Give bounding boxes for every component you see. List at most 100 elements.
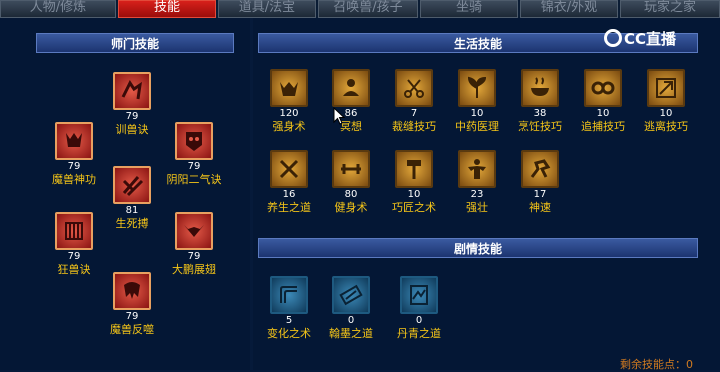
life-skill[interactable]: 86 冥想	[321, 69, 381, 133]
skill-name: 追捕技巧	[581, 120, 625, 133]
school-skill[interactable]: 79 狂兽诀	[44, 212, 104, 276]
fang-icon	[113, 272, 151, 310]
school-skill[interactable]: 79 魔兽反噬	[102, 272, 162, 336]
mask-icon	[175, 122, 213, 160]
skill-level: 79	[67, 161, 81, 172]
skill-level: 5	[285, 315, 293, 326]
life-skill[interactable]: 7 裁缝技巧	[384, 69, 444, 133]
skill-name: 神速	[529, 201, 551, 214]
skill-name: 狂兽诀	[57, 263, 91, 276]
skill-name: 裁缝技巧	[392, 120, 436, 133]
skill-name: 健身术	[334, 201, 368, 214]
plot-skill[interactable]: 5 变化之术	[259, 276, 319, 340]
skill-level: 120	[279, 108, 299, 119]
beast-head-icon	[55, 122, 93, 160]
painting-icon	[400, 276, 438, 314]
tab-appearance[interactable]: 锦衣/外观	[520, 0, 618, 18]
skill-level: 80	[344, 189, 358, 200]
skill-name: 变化之术	[267, 327, 311, 340]
chase-icon	[584, 69, 622, 107]
school-skill[interactable]: 81 生死搏	[102, 166, 162, 230]
life-skill[interactable]: 120 强身术	[259, 69, 319, 133]
plot-skill[interactable]: 0 丹青之道	[389, 276, 449, 340]
life-skill[interactable]: 80 健身术	[321, 150, 381, 214]
skill-name: 魔兽神功	[52, 173, 96, 186]
tab-summons[interactable]: 召唤兽/孩子	[318, 0, 418, 18]
skill-name: 大鹏展翅	[172, 263, 216, 276]
tab-skills[interactable]: 技能	[118, 0, 216, 18]
skill-name: 巧匠之术	[392, 201, 436, 214]
skill-name: 烹饪技巧	[518, 120, 562, 133]
school-skills-header: 师门技能	[36, 33, 234, 53]
skill-name: 冥想	[340, 120, 362, 133]
tab-character[interactable]: 人物/修炼	[0, 0, 116, 18]
life-skill[interactable]: 38 烹饪技巧	[510, 69, 570, 133]
skill-name: 中药医理	[455, 120, 499, 133]
skill-name: 训兽诀	[115, 123, 149, 136]
skill-level: 16	[282, 189, 296, 200]
skill-level: 86	[344, 108, 358, 119]
skill-name: 强身术	[272, 120, 306, 133]
school-skill[interactable]: 79 魔兽神功	[44, 122, 104, 186]
herb-icon	[458, 69, 496, 107]
skill-level: 79	[187, 161, 201, 172]
skill-level: 79	[125, 311, 139, 322]
school-skill[interactable]: 79 阴阳二气诀	[164, 122, 224, 186]
skill-name: 养生之道	[267, 201, 311, 214]
scissors-icon	[395, 69, 433, 107]
logo-text: CC直播	[624, 30, 677, 48]
tab-mounts[interactable]: 坐骑	[420, 0, 518, 18]
skill-name: 魔兽反噬	[110, 323, 154, 336]
ink-icon	[332, 276, 370, 314]
skill-level: 10	[470, 108, 484, 119]
skill-name: 强壮	[466, 201, 488, 214]
skill-name: 翰墨之道	[329, 327, 373, 340]
skill-level: 79	[67, 251, 81, 262]
cooking-icon	[521, 69, 559, 107]
craft-icon	[395, 150, 433, 188]
cc-live-logo: CC直播	[604, 28, 676, 49]
skill-level: 10	[596, 108, 610, 119]
transform-icon	[270, 276, 308, 314]
skill-name: 阴阳二气诀	[166, 173, 222, 186]
school-skill[interactable]: 79 大鹏展翅	[164, 212, 224, 276]
plot-skills-header: 剧情技能	[258, 238, 698, 258]
skill-level: 79	[125, 111, 139, 122]
speed-icon	[521, 150, 559, 188]
tab-home[interactable]: 玩家之家	[620, 0, 720, 18]
skill-name: 丹青之道	[397, 327, 441, 340]
life-skill[interactable]: 10 追捕技巧	[573, 69, 633, 133]
plot-skill[interactable]: 0 翰墨之道	[321, 276, 381, 340]
cursor-icon	[333, 107, 345, 125]
school-skill[interactable]: 79 训兽诀	[102, 72, 162, 136]
life-skill[interactable]: 10 中药医理	[447, 69, 507, 133]
cc-logo-icon	[604, 29, 622, 47]
cage-icon	[55, 212, 93, 250]
fitness-icon	[332, 150, 370, 188]
tab-items[interactable]: 道具/法宝	[218, 0, 316, 18]
strength-icon	[270, 69, 308, 107]
tab-bar: 人物/修炼 技能 道具/法宝 召唤兽/孩子 坐骑 锦衣/外观 玩家之家	[0, 0, 720, 18]
life-skill[interactable]: 10 巧匠之术	[384, 150, 444, 214]
whip-icon	[113, 72, 151, 110]
skill-level: 17	[533, 189, 547, 200]
life-skill[interactable]: 16 养生之道	[259, 150, 319, 214]
skill-level: 0	[347, 315, 355, 326]
muscle-icon	[458, 150, 496, 188]
life-skill[interactable]: 17 神速	[510, 150, 570, 214]
escape-icon	[647, 69, 685, 107]
claw-icon	[113, 166, 151, 204]
skill-level: 10	[407, 189, 421, 200]
life-skill[interactable]: 10 逃离技巧	[636, 69, 696, 133]
health-icon	[270, 150, 308, 188]
skill-level: 79	[187, 251, 201, 262]
skill-level: 38	[533, 108, 547, 119]
meditation-icon	[332, 69, 370, 107]
skill-level: 10	[659, 108, 673, 119]
skill-name: 逃离技巧	[644, 120, 688, 133]
wings-icon	[175, 212, 213, 250]
skill-level: 81	[125, 205, 139, 216]
skill-level: 7	[410, 108, 418, 119]
life-skill[interactable]: 23 强壮	[447, 150, 507, 214]
skill-level: 23	[470, 189, 484, 200]
